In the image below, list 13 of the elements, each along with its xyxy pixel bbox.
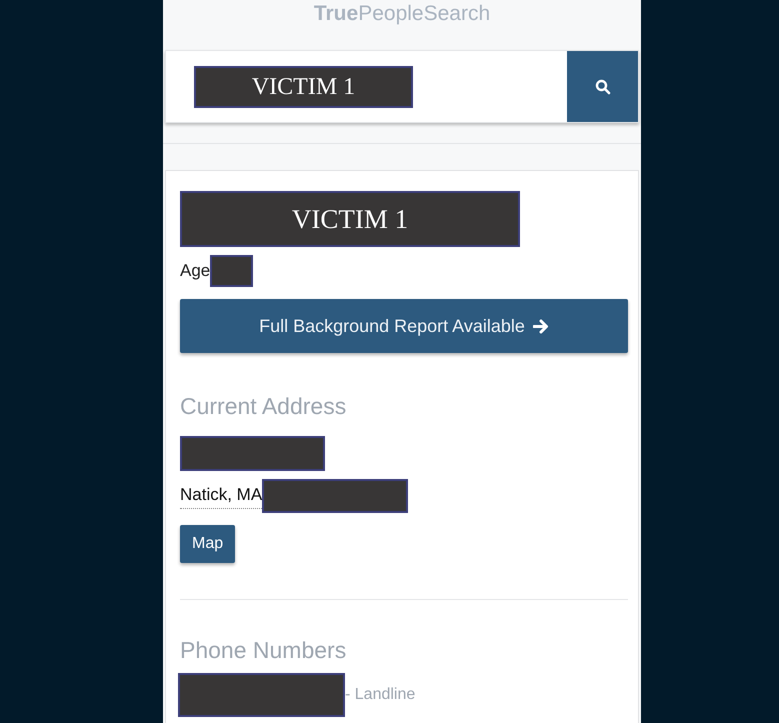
section-heading: Phone Numbers <box>180 636 348 664</box>
redaction-block <box>210 255 254 287</box>
phone-type-text: - Landline <box>345 685 416 705</box>
redaction-block: VICTIM 1 <box>194 66 413 108</box>
search-bar[interactable]: VICTIM 1 <box>165 50 639 123</box>
search-icon <box>594 78 610 94</box>
section-heading: Current Address <box>180 392 348 421</box>
background-report-button[interactable]: Full Background Report Available <box>180 299 628 353</box>
search-button[interactable] <box>567 51 638 122</box>
age-label: Age <box>180 260 210 282</box>
arrow-right-icon <box>532 318 549 334</box>
redaction-block: VICTIM 1 <box>180 191 520 247</box>
map-button[interactable]: Map <box>180 524 236 562</box>
